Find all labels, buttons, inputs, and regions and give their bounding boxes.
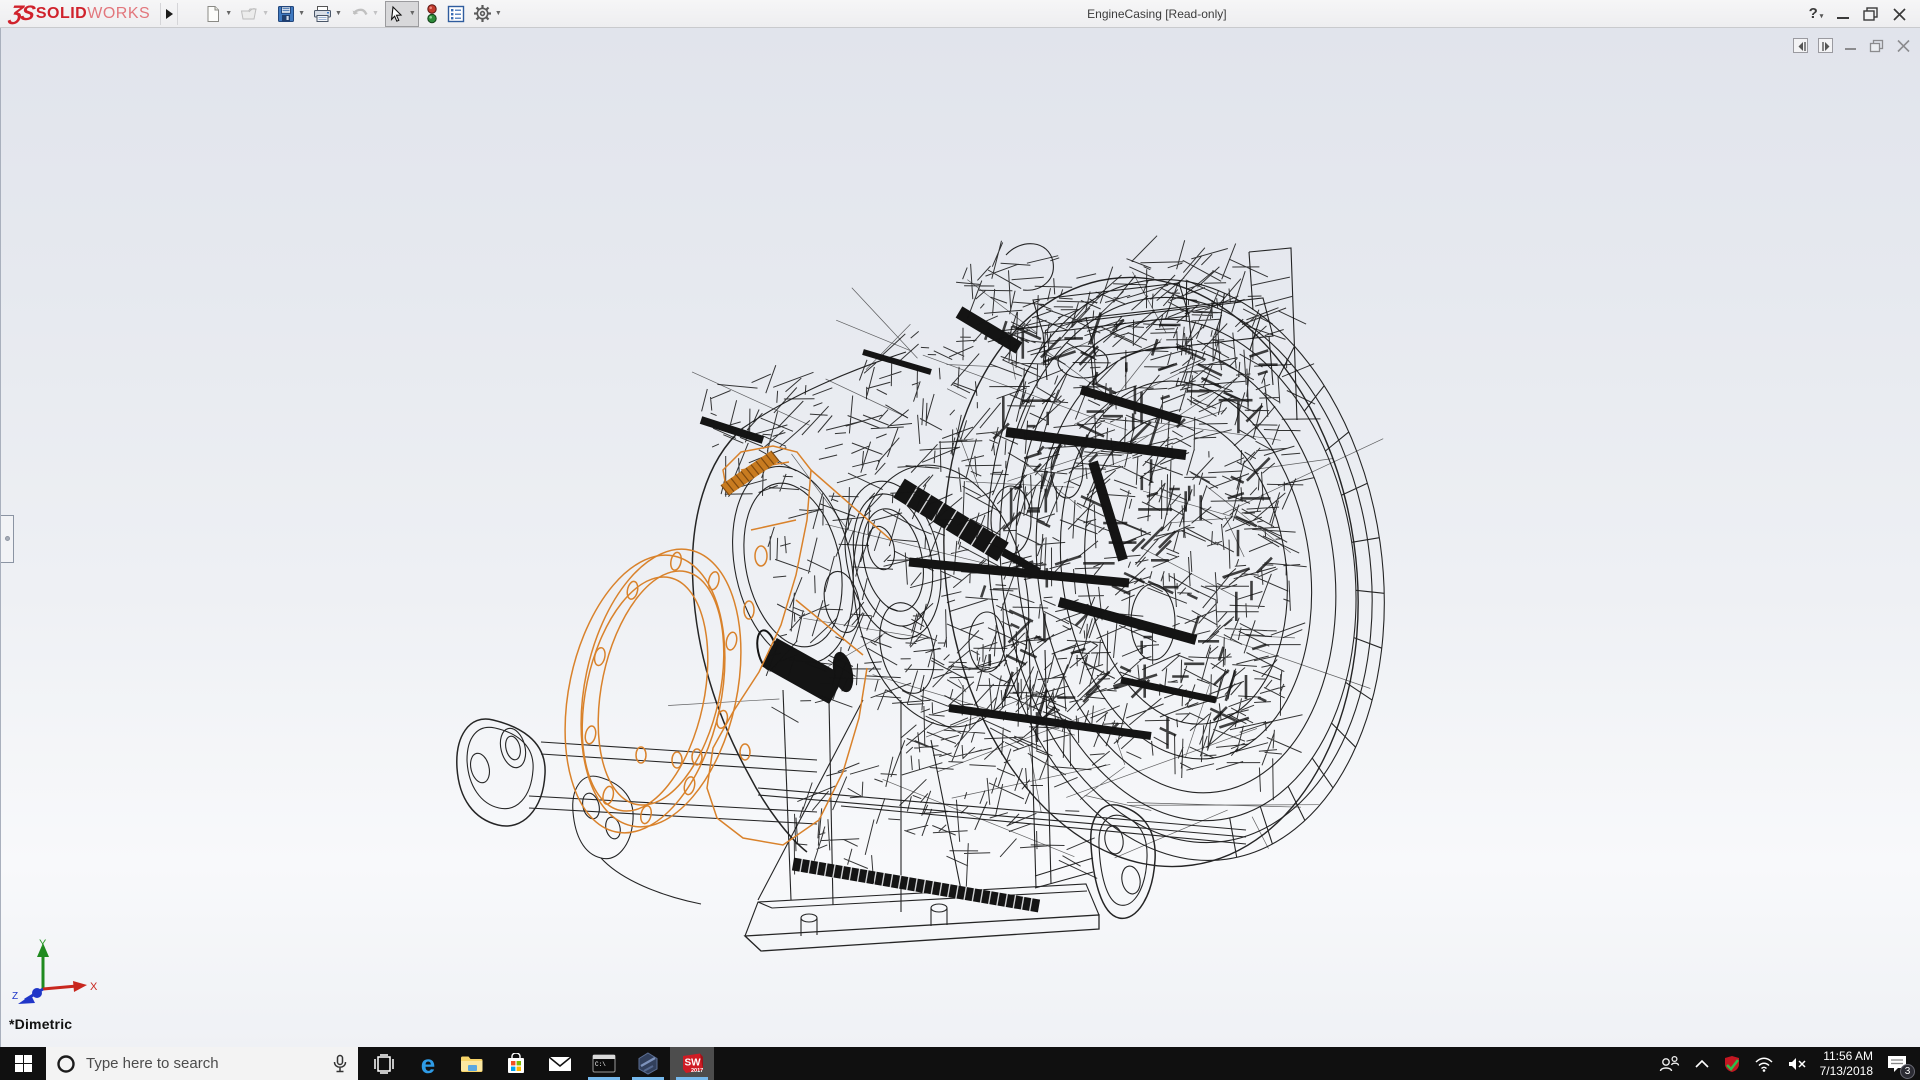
flyout-arrow-icon — [166, 9, 173, 19]
quick-access-toolbar: ▼ ▼ ▼ — [202, 1, 508, 27]
search-placeholder-text: Type here to search — [86, 1055, 322, 1072]
solidworks-logo: ƷS SOLID WORKS — [0, 0, 156, 28]
file-properties-button[interactable] — [445, 1, 467, 27]
next-pane-button[interactable] — [1818, 38, 1833, 53]
z-axis-label: Z — [12, 991, 18, 1002]
brand-solid-text: SOLID — [36, 5, 87, 23]
volume-muted-icon[interactable] — [1787, 1056, 1807, 1072]
file-explorer-icon — [460, 1054, 484, 1074]
minimize-button[interactable] — [1834, 7, 1854, 21]
help-dropdown-icon[interactable]: ▾ — [1818, 13, 1823, 20]
command-prompt-button[interactable]: C:\ — [582, 1047, 626, 1080]
doc-minimize-button[interactable] — [1843, 39, 1859, 53]
cortana-icon — [56, 1054, 76, 1074]
microsoft-store-icon — [505, 1053, 527, 1075]
microphone-icon[interactable] — [332, 1054, 348, 1074]
dropdown-arrow-icon[interactable]: ▼ — [335, 10, 342, 17]
tray-expand-chevron-icon[interactable] — [1694, 1059, 1710, 1069]
dropdown-arrow-icon: ▼ — [262, 10, 269, 17]
print-icon — [313, 5, 332, 23]
taskbar-apps: e — [362, 1047, 714, 1080]
view-orientation-label: *Dimetric — [9, 1016, 72, 1032]
solidworks-logo-icon: ƷS — [7, 2, 35, 26]
rebuild-traffic-light-icon — [425, 4, 439, 24]
wifi-icon[interactable] — [1754, 1056, 1774, 1072]
tray-clock[interactable]: 11:56 AM 7/13/2018 — [1820, 1049, 1873, 1079]
rebuild-button[interactable] — [423, 1, 441, 27]
new-document-button[interactable]: ▼ — [202, 1, 234, 27]
doc-close-button[interactable] — [1896, 39, 1912, 53]
dropdown-arrow-icon[interactable]: ▼ — [495, 10, 502, 17]
window-controls: ? ▾ — [1806, 5, 1920, 22]
taskbar-search[interactable]: Type here to search — [46, 1047, 358, 1080]
system-tray: 11:56 AM 7/13/2018 3 — [1657, 1047, 1920, 1080]
notification-count-badge: 3 — [1900, 1064, 1915, 1079]
help-button[interactable]: ? ▾ — [1806, 5, 1826, 22]
print-button[interactable]: ▼ — [311, 1, 344, 27]
titlebar: ƷS SOLID WORKS ▼ ▼ — [0, 0, 1920, 28]
undo-icon — [350, 5, 369, 23]
people-icon[interactable] — [1657, 1054, 1681, 1074]
close-button[interactable] — [1890, 6, 1910, 22]
save-icon — [277, 5, 295, 23]
document-title: EngineCasing [Read-only] — [508, 7, 1806, 21]
open-document-button: ▼ — [238, 1, 271, 27]
reference-triad: Y X Z — [11, 937, 101, 1007]
restore-button[interactable] — [1862, 6, 1882, 22]
save-button[interactable]: ▼ — [275, 1, 307, 27]
mail-button[interactable] — [538, 1047, 582, 1080]
x-axis-label: X — [90, 981, 98, 993]
options-gear-icon — [473, 4, 492, 23]
cmd-prompt-text: C:\ — [595, 1061, 606, 1068]
file-properties-icon — [447, 5, 465, 23]
sw-letters: SW — [684, 1058, 701, 1069]
windows-logo-icon — [15, 1055, 32, 1072]
dropdown-arrow-icon[interactable]: ▼ — [225, 10, 232, 17]
edge-button[interactable]: e — [406, 1047, 450, 1080]
task-view-button[interactable] — [362, 1047, 406, 1080]
tray-date: 7/13/2018 — [1820, 1064, 1873, 1079]
hexagon-app-icon — [637, 1052, 659, 1075]
solidworks-app-icon: SW 2017 — [680, 1052, 705, 1075]
mail-icon — [548, 1055, 572, 1073]
hexagon-app-button[interactable] — [626, 1047, 670, 1080]
dropdown-arrow-icon: ▼ — [372, 10, 379, 17]
undo-button: ▼ — [348, 1, 381, 27]
start-button[interactable] — [0, 1047, 46, 1080]
new-document-icon — [204, 5, 222, 23]
y-axis-label: Y — [39, 938, 47, 950]
graphics-area[interactable]: Y X Z *Dimetric — [0, 28, 1920, 1047]
select-cursor-icon — [388, 5, 406, 23]
document-window-controls — [1793, 38, 1912, 53]
engine-casing-model[interactable] — [1, 28, 1920, 1047]
options-button[interactable]: ▼ — [471, 1, 504, 27]
microsoft-store-button[interactable] — [494, 1047, 538, 1080]
action-center-button[interactable]: 3 — [1886, 1054, 1908, 1074]
open-document-icon — [240, 5, 259, 23]
command-prompt-icon: C:\ — [592, 1054, 616, 1073]
sw-year: 2017 — [691, 1068, 703, 1074]
brand-works-text: WORKS — [87, 5, 150, 23]
solidworks-tray-icon[interactable] — [1723, 1055, 1741, 1073]
previous-pane-button[interactable] — [1793, 38, 1808, 53]
menu-flyout-button[interactable] — [160, 3, 178, 25]
dropdown-arrow-icon[interactable]: ▼ — [409, 10, 416, 17]
select-tool-button[interactable]: ▼ — [385, 1, 419, 27]
solidworks-app-button[interactable]: SW 2017 — [670, 1047, 714, 1080]
taskbar: Type here to search e — [0, 1047, 1920, 1080]
x-axis-arrow-icon — [73, 981, 87, 992]
task-view-icon — [373, 1054, 395, 1074]
edge-icon: e — [421, 1051, 435, 1077]
doc-restore-button[interactable] — [1869, 39, 1886, 53]
file-explorer-button[interactable] — [450, 1047, 494, 1080]
dropdown-arrow-icon[interactable]: ▼ — [298, 10, 305, 17]
tray-time: 11:56 AM — [1820, 1049, 1873, 1064]
